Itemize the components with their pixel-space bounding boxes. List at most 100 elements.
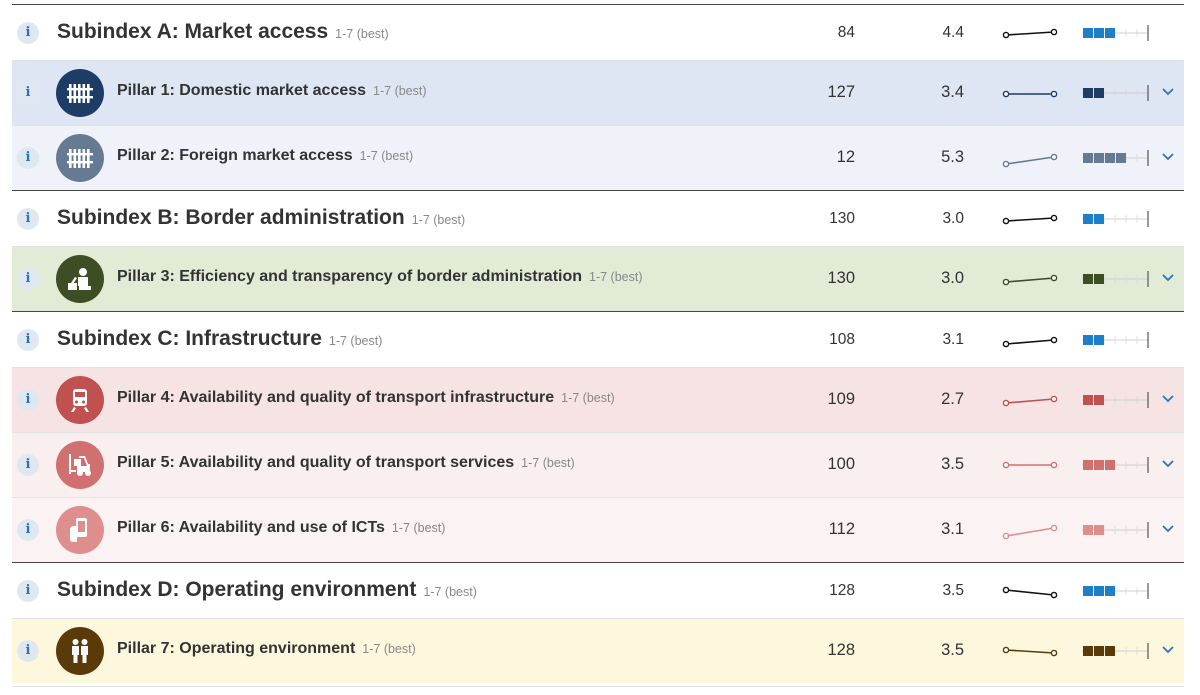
scale-label: 1-7 (best) bbox=[362, 642, 416, 656]
scale-label: 1-7 (best) bbox=[423, 585, 477, 599]
trend-sparkline bbox=[1000, 455, 1060, 475]
info-icon[interactable]: i bbox=[17, 519, 39, 541]
performance-bar bbox=[1082, 330, 1152, 350]
row-title: Subindex C: Infrastructure bbox=[57, 327, 322, 350]
rank-value: 112 bbox=[828, 520, 855, 538]
rank-value: 127 bbox=[827, 83, 855, 101]
pillar-row: i Pillar 5: Availability and quality of t… bbox=[12, 432, 1184, 497]
rank-value: 109 bbox=[827, 390, 855, 408]
info-icon[interactable]: i bbox=[17, 640, 39, 662]
row-title-group: Subindex C: Infrastructure 1-7 (best) bbox=[57, 327, 382, 351]
trend-sparkline bbox=[1000, 24, 1060, 44]
row-title: Pillar 3: Efficiency and transparency of… bbox=[117, 268, 583, 285]
row-title: Pillar 5: Availability and quality of tr… bbox=[117, 454, 515, 471]
fence-icon bbox=[56, 134, 104, 182]
customs-officer-icon bbox=[56, 255, 104, 303]
chevron-down-icon[interactable] bbox=[1159, 269, 1177, 287]
pillar-row: i Pillar 3: Efficiency and transparency o… bbox=[12, 246, 1184, 311]
rank-value: 12 bbox=[836, 148, 855, 166]
train-icon bbox=[56, 376, 104, 424]
chevron-down-icon[interactable] bbox=[1159, 641, 1177, 659]
chevron-down-icon[interactable] bbox=[1159, 83, 1177, 101]
info-icon[interactable]: i bbox=[17, 268, 39, 290]
trend-sparkline bbox=[1000, 210, 1060, 230]
performance-bar bbox=[1082, 390, 1152, 410]
chevron-down-icon[interactable] bbox=[1159, 148, 1177, 166]
pillar-row: i Pillar 7: Operating environment 1-7 (bes… bbox=[12, 618, 1184, 683]
rank-value: 128 bbox=[829, 582, 855, 599]
info-icon[interactable]: i bbox=[17, 389, 39, 411]
row-title: Pillar 4: Availability and quality of tr… bbox=[117, 389, 555, 406]
subindex-row: i Subindex B: Border administration 1-7 (b… bbox=[12, 190, 1184, 246]
rank-value: 130 bbox=[827, 269, 855, 287]
pillar-row: i Pillar 6: Availability and use of ICTs 1… bbox=[12, 497, 1184, 562]
row-title: Pillar 1: Domestic market access bbox=[117, 82, 367, 99]
performance-bar bbox=[1082, 520, 1152, 540]
scale-label: 1-7 (best) bbox=[373, 84, 427, 98]
row-title-group: Pillar 2: Foreign market access 1-7 (best… bbox=[117, 147, 413, 165]
ranking-table: i Subindex A: Market access 1-7 (best) 84 4.… bbox=[12, 4, 1184, 683]
trend-sparkline bbox=[1000, 331, 1060, 351]
row-title: Subindex B: Border administration bbox=[57, 206, 405, 229]
trend-sparkline bbox=[1000, 641, 1060, 661]
phone-hand-icon bbox=[56, 506, 104, 554]
pillar-row: i Pillar 4: Availability and quality of t… bbox=[12, 367, 1184, 432]
scale-label: 1-7 (best) bbox=[411, 213, 466, 227]
score-value: 2.7 bbox=[941, 390, 964, 408]
score-value: 3.5 bbox=[941, 641, 964, 659]
forklift-icon bbox=[56, 441, 104, 489]
info-icon[interactable]: i bbox=[17, 82, 39, 104]
trend-sparkline bbox=[1000, 582, 1060, 602]
row-title-group: Pillar 5: Availability and quality of tr… bbox=[117, 454, 575, 472]
rank-value: 128 bbox=[827, 641, 855, 659]
score-value: 3.0 bbox=[941, 269, 964, 287]
fence-icon bbox=[56, 69, 104, 117]
info-icon[interactable]: i bbox=[17, 580, 39, 602]
chevron-down-icon[interactable] bbox=[1159, 520, 1177, 538]
rank-value: 108 bbox=[829, 331, 855, 348]
row-title: Subindex D: Operating environment bbox=[57, 578, 417, 601]
info-icon[interactable]: i bbox=[17, 147, 39, 169]
row-title-group: Subindex D: Operating environment 1-7 (be… bbox=[57, 578, 477, 602]
trend-sparkline bbox=[1000, 390, 1060, 410]
scale-label: 1-7 (best) bbox=[335, 27, 389, 41]
pillar-row: i Pillar 2: Foreign market access 1-7 (bes… bbox=[12, 125, 1184, 190]
trend-sparkline bbox=[1000, 520, 1060, 540]
scale-label: 1-7 (best) bbox=[589, 270, 643, 284]
row-title: Pillar 6: Availability and use of ICTs bbox=[117, 519, 385, 536]
info-icon[interactable]: i bbox=[17, 22, 39, 44]
subindex-row: i Subindex A: Market access 1-7 (best) 84 4.… bbox=[12, 4, 1184, 60]
trend-sparkline bbox=[1000, 83, 1060, 103]
rank-value: 130 bbox=[829, 210, 855, 227]
scale-label: 1-7 (best) bbox=[561, 391, 615, 405]
row-title: Pillar 7: Operating environment bbox=[117, 640, 356, 657]
score-value: 3.1 bbox=[941, 520, 964, 538]
trend-sparkline bbox=[1000, 148, 1060, 168]
scale-label: 1-7 (best) bbox=[359, 149, 414, 163]
row-title-group: Subindex A: Market access 1-7 (best) bbox=[57, 20, 389, 44]
row-title-group: Pillar 7: Operating environment 1-7 (best… bbox=[117, 640, 416, 658]
subindex-row: i Subindex D: Operating environment 1-7 (b… bbox=[12, 562, 1184, 618]
row-title: Pillar 2: Foreign market access bbox=[117, 147, 353, 164]
subindex-row: i Subindex C: Infrastructure 1-7 (best) 108… bbox=[12, 311, 1184, 367]
performance-bar bbox=[1082, 209, 1152, 229]
info-icon[interactable]: i bbox=[17, 329, 39, 351]
score-value: 3.1 bbox=[942, 331, 964, 348]
score-value: 4.4 bbox=[942, 24, 964, 41]
business-people-icon bbox=[56, 627, 104, 675]
table-bottom-border bbox=[12, 686, 1184, 687]
row-title-group: Pillar 6: Availability and use of ICTs 1-… bbox=[117, 519, 445, 537]
row-title-group: Pillar 3: Efficiency and transparency of… bbox=[117, 268, 643, 286]
info-icon[interactable]: i bbox=[17, 208, 39, 230]
performance-bar bbox=[1082, 148, 1152, 168]
row-title-group: Pillar 4: Availability and quality of tr… bbox=[117, 389, 615, 407]
chevron-down-icon[interactable] bbox=[1159, 390, 1177, 408]
row-title: Subindex A: Market access bbox=[57, 20, 329, 43]
chevron-down-icon[interactable] bbox=[1159, 455, 1177, 473]
performance-bar bbox=[1082, 581, 1152, 601]
row-title-group: Subindex B: Border administration 1-7 (be… bbox=[57, 206, 465, 230]
rank-value: 100 bbox=[827, 455, 855, 473]
pillar-row: i Pillar 1: Domestic market access 1-7 (be… bbox=[12, 60, 1184, 125]
info-icon[interactable]: i bbox=[17, 454, 39, 476]
score-value: 5.3 bbox=[941, 148, 964, 166]
